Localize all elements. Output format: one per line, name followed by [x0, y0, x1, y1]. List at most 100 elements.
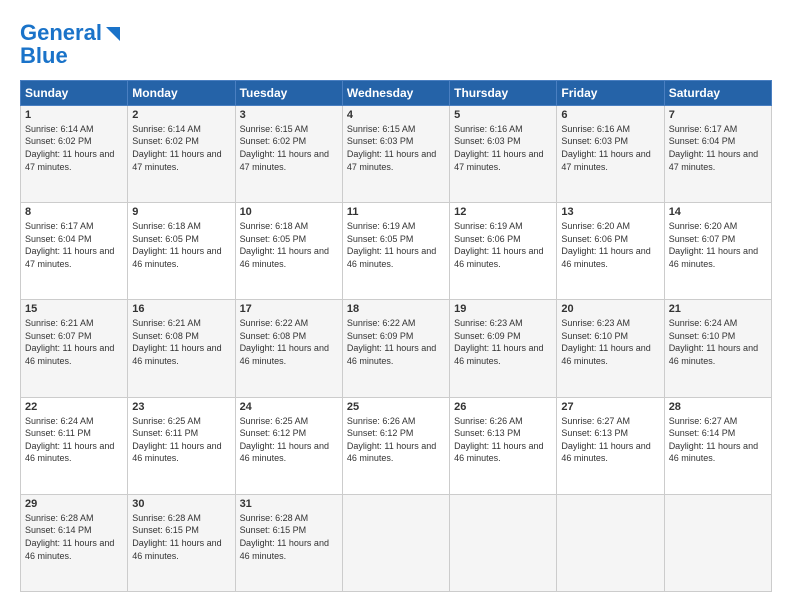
day-number: 13 — [561, 206, 659, 218]
calendar-header-tuesday: Tuesday — [235, 80, 342, 105]
day-number: 15 — [25, 303, 123, 315]
calendar-cell: 3 Sunrise: 6:15 AMSunset: 6:02 PMDayligh… — [235, 105, 342, 202]
calendar-cell: 29 Sunrise: 6:28 AMSunset: 6:14 PMDaylig… — [21, 494, 128, 591]
day-number: 2 — [132, 109, 230, 121]
day-number: 31 — [240, 498, 338, 510]
day-number: 12 — [454, 206, 552, 218]
day-number: 22 — [25, 401, 123, 413]
calendar-header-sunday: Sunday — [21, 80, 128, 105]
day-number: 25 — [347, 401, 445, 413]
calendar-week-row: 29 Sunrise: 6:28 AMSunset: 6:14 PMDaylig… — [21, 494, 772, 591]
day-number: 7 — [669, 109, 767, 121]
day-number: 20 — [561, 303, 659, 315]
calendar-header-row: SundayMondayTuesdayWednesdayThursdayFrid… — [21, 80, 772, 105]
logo-arrow-icon — [104, 25, 122, 43]
day-info: Sunrise: 6:15 AMSunset: 6:03 PMDaylight:… — [347, 123, 445, 173]
day-info: Sunrise: 6:16 AMSunset: 6:03 PMDaylight:… — [561, 123, 659, 173]
day-info: Sunrise: 6:27 AMSunset: 6:13 PMDaylight:… — [561, 415, 659, 465]
day-number: 10 — [240, 206, 338, 218]
day-info: Sunrise: 6:17 AMSunset: 6:04 PMDaylight:… — [25, 220, 123, 270]
calendar-cell: 5 Sunrise: 6:16 AMSunset: 6:03 PMDayligh… — [450, 105, 557, 202]
calendar-cell: 31 Sunrise: 6:28 AMSunset: 6:15 PMDaylig… — [235, 494, 342, 591]
day-number: 24 — [240, 401, 338, 413]
logo-blue: Blue — [20, 46, 68, 66]
day-info: Sunrise: 6:15 AMSunset: 6:02 PMDaylight:… — [240, 123, 338, 173]
calendar-week-row: 15 Sunrise: 6:21 AMSunset: 6:07 PMDaylig… — [21, 300, 772, 397]
calendar-cell: 27 Sunrise: 6:27 AMSunset: 6:13 PMDaylig… — [557, 397, 664, 494]
calendar-cell: 9 Sunrise: 6:18 AMSunset: 6:05 PMDayligh… — [128, 203, 235, 300]
calendar-cell: 25 Sunrise: 6:26 AMSunset: 6:12 PMDaylig… — [342, 397, 449, 494]
logo: General Blue — [20, 20, 122, 66]
calendar-cell — [342, 494, 449, 591]
day-number: 28 — [669, 401, 767, 413]
calendar-cell: 15 Sunrise: 6:21 AMSunset: 6:07 PMDaylig… — [21, 300, 128, 397]
calendar-cell: 19 Sunrise: 6:23 AMSunset: 6:09 PMDaylig… — [450, 300, 557, 397]
calendar-cell: 22 Sunrise: 6:24 AMSunset: 6:11 PMDaylig… — [21, 397, 128, 494]
day-info: Sunrise: 6:20 AMSunset: 6:06 PMDaylight:… — [561, 220, 659, 270]
calendar: SundayMondayTuesdayWednesdayThursdayFrid… — [20, 80, 772, 592]
day-info: Sunrise: 6:26 AMSunset: 6:12 PMDaylight:… — [347, 415, 445, 465]
calendar-cell: 11 Sunrise: 6:19 AMSunset: 6:05 PMDaylig… — [342, 203, 449, 300]
day-number: 23 — [132, 401, 230, 413]
calendar-week-row: 22 Sunrise: 6:24 AMSunset: 6:11 PMDaylig… — [21, 397, 772, 494]
calendar-cell: 12 Sunrise: 6:19 AMSunset: 6:06 PMDaylig… — [450, 203, 557, 300]
day-info: Sunrise: 6:22 AMSunset: 6:09 PMDaylight:… — [347, 317, 445, 367]
day-number: 1 — [25, 109, 123, 121]
calendar-cell: 4 Sunrise: 6:15 AMSunset: 6:03 PMDayligh… — [342, 105, 449, 202]
day-info: Sunrise: 6:18 AMSunset: 6:05 PMDaylight:… — [132, 220, 230, 270]
calendar-cell: 1 Sunrise: 6:14 AMSunset: 6:02 PMDayligh… — [21, 105, 128, 202]
calendar-header-friday: Friday — [557, 80, 664, 105]
calendar-cell: 24 Sunrise: 6:25 AMSunset: 6:12 PMDaylig… — [235, 397, 342, 494]
day-info: Sunrise: 6:19 AMSunset: 6:06 PMDaylight:… — [454, 220, 552, 270]
day-number: 5 — [454, 109, 552, 121]
day-number: 17 — [240, 303, 338, 315]
day-number: 8 — [25, 206, 123, 218]
day-info: Sunrise: 6:28 AMSunset: 6:14 PMDaylight:… — [25, 512, 123, 562]
day-info: Sunrise: 6:19 AMSunset: 6:05 PMDaylight:… — [347, 220, 445, 270]
calendar-cell: 7 Sunrise: 6:17 AMSunset: 6:04 PMDayligh… — [664, 105, 771, 202]
day-number: 9 — [132, 206, 230, 218]
day-info: Sunrise: 6:21 AMSunset: 6:08 PMDaylight:… — [132, 317, 230, 367]
day-number: 30 — [132, 498, 230, 510]
day-info: Sunrise: 6:25 AMSunset: 6:11 PMDaylight:… — [132, 415, 230, 465]
day-info: Sunrise: 6:18 AMSunset: 6:05 PMDaylight:… — [240, 220, 338, 270]
day-info: Sunrise: 6:23 AMSunset: 6:10 PMDaylight:… — [561, 317, 659, 367]
calendar-cell: 21 Sunrise: 6:24 AMSunset: 6:10 PMDaylig… — [664, 300, 771, 397]
calendar-cell: 28 Sunrise: 6:27 AMSunset: 6:14 PMDaylig… — [664, 397, 771, 494]
calendar-cell: 2 Sunrise: 6:14 AMSunset: 6:02 PMDayligh… — [128, 105, 235, 202]
day-info: Sunrise: 6:22 AMSunset: 6:08 PMDaylight:… — [240, 317, 338, 367]
day-info: Sunrise: 6:20 AMSunset: 6:07 PMDaylight:… — [669, 220, 767, 270]
day-info: Sunrise: 6:24 AMSunset: 6:10 PMDaylight:… — [669, 317, 767, 367]
calendar-week-row: 8 Sunrise: 6:17 AMSunset: 6:04 PMDayligh… — [21, 203, 772, 300]
page: General Blue SundayMondayTuesdayWednesda… — [0, 0, 792, 612]
calendar-week-row: 1 Sunrise: 6:14 AMSunset: 6:02 PMDayligh… — [21, 105, 772, 202]
day-number: 6 — [561, 109, 659, 121]
calendar-cell: 30 Sunrise: 6:28 AMSunset: 6:15 PMDaylig… — [128, 494, 235, 591]
day-info: Sunrise: 6:14 AMSunset: 6:02 PMDaylight:… — [25, 123, 123, 173]
calendar-header-thursday: Thursday — [450, 80, 557, 105]
calendar-cell: 6 Sunrise: 6:16 AMSunset: 6:03 PMDayligh… — [557, 105, 664, 202]
day-info: Sunrise: 6:21 AMSunset: 6:07 PMDaylight:… — [25, 317, 123, 367]
day-number: 26 — [454, 401, 552, 413]
day-number: 21 — [669, 303, 767, 315]
day-number: 27 — [561, 401, 659, 413]
calendar-header-monday: Monday — [128, 80, 235, 105]
calendar-cell: 17 Sunrise: 6:22 AMSunset: 6:08 PMDaylig… — [235, 300, 342, 397]
calendar-cell: 8 Sunrise: 6:17 AMSunset: 6:04 PMDayligh… — [21, 203, 128, 300]
day-info: Sunrise: 6:28 AMSunset: 6:15 PMDaylight:… — [240, 512, 338, 562]
calendar-cell: 26 Sunrise: 6:26 AMSunset: 6:13 PMDaylig… — [450, 397, 557, 494]
calendar-cell — [557, 494, 664, 591]
calendar-header-saturday: Saturday — [664, 80, 771, 105]
logo-general: General — [20, 20, 102, 45]
day-number: 11 — [347, 206, 445, 218]
day-number: 14 — [669, 206, 767, 218]
calendar-cell: 10 Sunrise: 6:18 AMSunset: 6:05 PMDaylig… — [235, 203, 342, 300]
day-info: Sunrise: 6:25 AMSunset: 6:12 PMDaylight:… — [240, 415, 338, 465]
calendar-header-wednesday: Wednesday — [342, 80, 449, 105]
calendar-cell: 18 Sunrise: 6:22 AMSunset: 6:09 PMDaylig… — [342, 300, 449, 397]
day-info: Sunrise: 6:23 AMSunset: 6:09 PMDaylight:… — [454, 317, 552, 367]
day-number: 18 — [347, 303, 445, 315]
day-number: 4 — [347, 109, 445, 121]
day-number: 19 — [454, 303, 552, 315]
day-info: Sunrise: 6:24 AMSunset: 6:11 PMDaylight:… — [25, 415, 123, 465]
